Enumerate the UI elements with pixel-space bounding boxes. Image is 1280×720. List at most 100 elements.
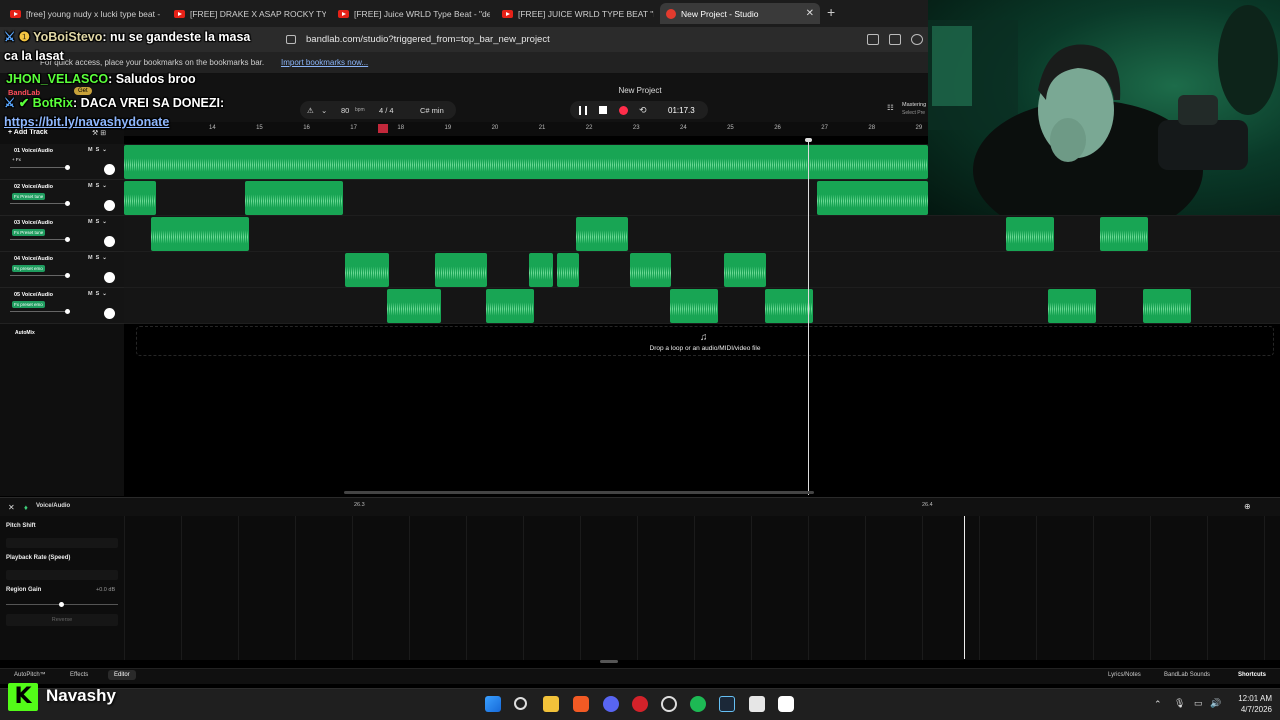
- audio-clip[interactable]: [124, 181, 156, 215]
- new-tab-icon[interactable]: +: [827, 4, 835, 20]
- file-explorer-icon[interactable]: [543, 696, 559, 712]
- youtube-music-icon[interactable]: [632, 696, 648, 712]
- audio-clip[interactable]: [765, 289, 813, 323]
- browser-tab-active[interactable]: New Project - Studio ✕: [660, 3, 820, 24]
- reverse-button[interactable]: Reverse: [6, 614, 118, 626]
- track-header[interactable]: 03 Voice/Audio Fx Preset tune MS⌄: [0, 216, 124, 252]
- playhead[interactable]: [808, 140, 809, 495]
- time-signature[interactable]: 4 / 4: [379, 106, 394, 115]
- capcut-icon[interactable]: [778, 696, 794, 712]
- pan-knob[interactable]: [104, 164, 115, 175]
- mastering-label[interactable]: Mastering: [902, 102, 926, 108]
- audio-clip[interactable]: [245, 181, 343, 215]
- audio-clip[interactable]: [486, 289, 534, 323]
- browser-tab[interactable]: [FREE] DRAKE X ASAP ROCKY TYPE B: [168, 3, 326, 24]
- chevron-down-icon[interactable]: ⌄: [321, 106, 327, 115]
- audio-clip[interactable]: [817, 181, 928, 215]
- playhead-handle[interactable]: [805, 138, 812, 142]
- shortcuts-button[interactable]: Shortcuts: [1238, 672, 1266, 678]
- timeline-ruler[interactable]: [124, 122, 928, 136]
- lyrics-notes-button[interactable]: Lyrics/Notes: [1108, 672, 1141, 678]
- loop-marker[interactable]: [378, 124, 388, 133]
- track-header[interactable]: 05 Voice/Audio Fx preset emo MS⌄: [0, 288, 124, 324]
- horizontal-scrollbar[interactable]: [344, 491, 814, 494]
- region-gain-thumb[interactable]: [59, 602, 64, 607]
- import-bookmarks-link[interactable]: Import bookmarks now...: [281, 58, 368, 67]
- volume-slider[interactable]: [10, 273, 70, 278]
- browser-tab[interactable]: [FREE] Juice WRLD Type Beat - "devil: [332, 3, 490, 24]
- effects-tab[interactable]: Effects: [70, 672, 88, 678]
- notepad-icon[interactable]: [749, 696, 765, 712]
- system-clock[interactable]: 12:01 AM 4/7/2026: [1226, 693, 1272, 715]
- network-icon[interactable]: ▭: [1194, 698, 1203, 709]
- discord-icon[interactable]: [603, 696, 619, 712]
- audio-clip[interactable]: [1048, 289, 1096, 323]
- mastering-icon[interactable]: ☷: [887, 103, 894, 112]
- editor-tab[interactable]: Editor: [108, 670, 136, 680]
- tempo-value[interactable]: 80: [341, 106, 349, 115]
- zoom-icon[interactable]: ⊕: [1244, 502, 1251, 511]
- audio-clip[interactable]: [724, 253, 766, 287]
- pan-knob[interactable]: [104, 272, 115, 283]
- record-button[interactable]: [619, 106, 628, 115]
- close-icon[interactable]: ✕: [806, 8, 814, 19]
- audio-clip[interactable]: [345, 253, 389, 287]
- mute-solo-buttons[interactable]: MS⌄: [88, 291, 110, 297]
- volume-slider[interactable]: [10, 237, 70, 242]
- volume-slider[interactable]: [10, 165, 70, 170]
- pan-knob[interactable]: [104, 200, 115, 211]
- mute-solo-buttons[interactable]: MS⌄: [88, 219, 110, 225]
- editor-waveform-area[interactable]: [124, 516, 1280, 660]
- audio-clip[interactable]: [576, 217, 628, 251]
- key-selector[interactable]: C# min: [420, 106, 444, 115]
- playback-rate-field[interactable]: [6, 570, 118, 580]
- pan-knob[interactable]: [104, 236, 115, 247]
- get-badge[interactable]: Get: [74, 87, 92, 95]
- spotify-icon[interactable]: [690, 696, 706, 712]
- close-icon[interactable]: ✕: [8, 503, 15, 512]
- audio-clip[interactable]: [435, 253, 487, 287]
- autopitch-tab[interactable]: AutoPitch™: [14, 672, 46, 678]
- loop-icon[interactable]: ⟲: [639, 105, 647, 116]
- track-header[interactable]: 01 Voice/Audio + Fx MS⌄: [0, 144, 124, 180]
- screenshot-icon[interactable]: [867, 34, 879, 45]
- audio-clip[interactable]: [1143, 289, 1191, 323]
- panel-resizer[interactable]: [600, 660, 618, 663]
- steam-icon[interactable]: [719, 696, 735, 712]
- brave-browser-icon[interactable]: [573, 696, 589, 712]
- mute-solo-buttons[interactable]: MS⌄: [88, 255, 110, 261]
- metronome-icon[interactable]: ⚠: [307, 106, 314, 115]
- track-tools-icon[interactable]: ⚒ ⊞: [92, 129, 106, 137]
- mute-solo-buttons[interactable]: MS⌄: [88, 147, 110, 153]
- editor-playhead[interactable]: [964, 516, 965, 659]
- audio-clip[interactable]: [670, 289, 718, 323]
- pan-knob[interactable]: [104, 308, 115, 319]
- volume-slider[interactable]: [10, 201, 70, 206]
- track-header[interactable]: 02 Voice/Audio Fx Preset tune MS⌄: [0, 180, 124, 216]
- chrome-icon[interactable]: [661, 696, 677, 712]
- audio-clip[interactable]: [557, 253, 579, 287]
- audio-clip[interactable]: [387, 289, 441, 323]
- tray-chevron-icon[interactable]: ⌃: [1154, 699, 1162, 710]
- url-field[interactable]: bandlab.com/studio?triggered_from=top_ba…: [306, 34, 550, 45]
- windows-start-icon[interactable]: [485, 696, 501, 712]
- audio-clip[interactable]: [1006, 217, 1054, 251]
- pitch-shift-field[interactable]: [6, 538, 118, 548]
- automix-toggle[interactable]: AutoMix: [15, 330, 35, 336]
- bandlab-sounds-button[interactable]: BandLab Sounds: [1164, 672, 1210, 678]
- volume-icon[interactable]: 🔊: [1210, 698, 1221, 709]
- browser-tab[interactable]: [free] young nudy x lucki type beat -: [4, 3, 162, 24]
- add-track-button[interactable]: + Add Track: [8, 129, 48, 136]
- pause-button[interactable]: [579, 106, 587, 115]
- microphone-icon[interactable]: 🎙: [1174, 698, 1185, 709]
- search-icon[interactable]: [911, 34, 923, 45]
- browser-tab[interactable]: [FREE] JUICE WRLD TYPE BEAT "DRUN: [496, 3, 654, 24]
- audio-clip[interactable]: [1100, 217, 1148, 251]
- audio-clip[interactable]: [151, 217, 249, 251]
- volume-slider[interactable]: [10, 309, 70, 314]
- sidebar-icon[interactable]: [889, 34, 901, 45]
- site-info-icon[interactable]: [286, 35, 296, 44]
- track-lane[interactable]: [124, 252, 1280, 288]
- stop-button[interactable]: [599, 106, 607, 114]
- mute-solo-buttons[interactable]: MS⌄: [88, 183, 110, 189]
